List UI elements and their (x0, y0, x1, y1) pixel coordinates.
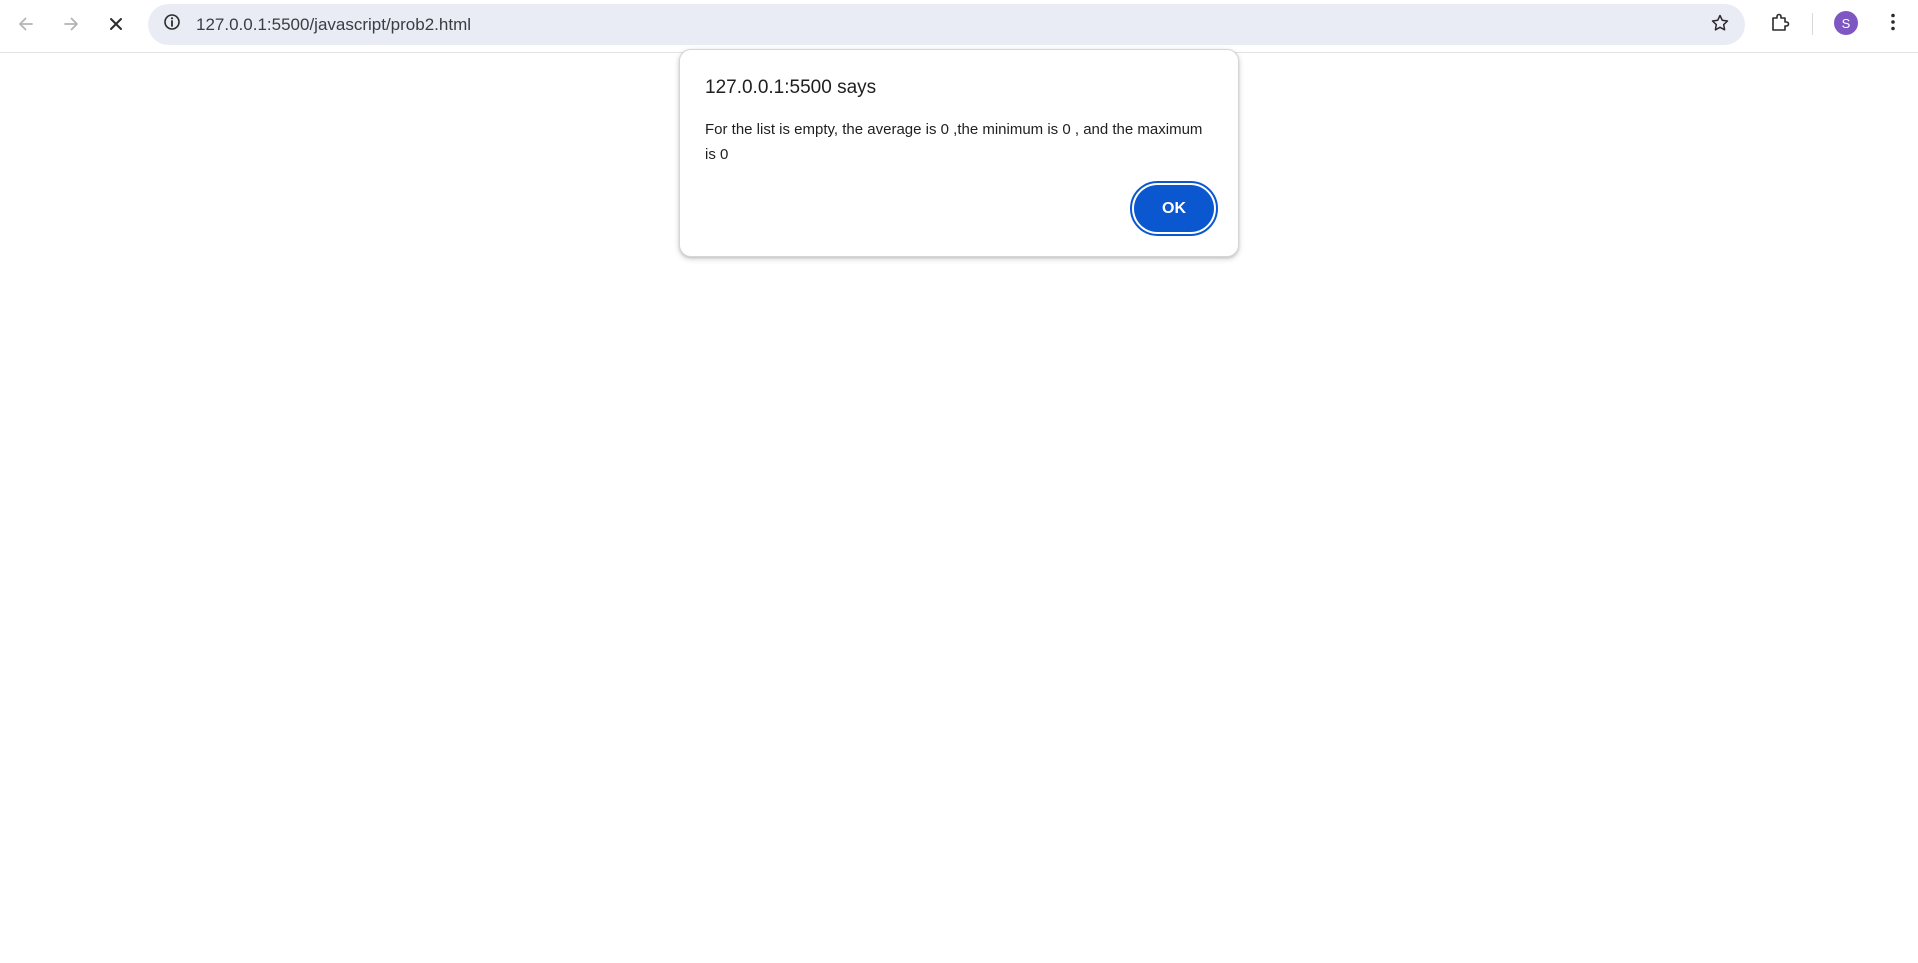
bookmark-button[interactable] (1703, 8, 1737, 42)
close-icon (107, 15, 125, 33)
browser-menu-button[interactable] (1876, 6, 1910, 42)
ok-button-focus-ring: OK (1130, 181, 1218, 236)
address-bar[interactable]: 127.0.0.1:5500/javascript/prob2.html (148, 4, 1745, 45)
alert-dialog: 127.0.0.1:5500 says For the list is empt… (679, 49, 1239, 257)
dialog-title: 127.0.0.1:5500 says (705, 77, 877, 98)
star-icon (1710, 13, 1730, 38)
info-icon (163, 13, 181, 36)
back-button[interactable] (8, 6, 44, 42)
ok-button[interactable]: OK (1134, 185, 1214, 232)
profile-avatar[interactable]: S (1834, 11, 1858, 35)
browser-toolbar: 127.0.0.1:5500/javascript/prob2.html S (0, 0, 1918, 53)
extensions-button[interactable] (1762, 6, 1798, 42)
dialog-message: For the list is empty, the average is 0 … (705, 121, 1203, 163)
site-info-button[interactable] (156, 9, 187, 40)
profile-initial: S (1841, 15, 1851, 31)
toolbar-divider (1812, 13, 1813, 35)
forward-button[interactable] (53, 6, 89, 42)
arrow-left-icon (16, 14, 36, 34)
puzzle-icon (1769, 11, 1791, 38)
more-vert-icon (1890, 12, 1896, 37)
arrow-right-icon (61, 14, 81, 34)
stop-loading-button[interactable] (98, 6, 134, 42)
url-text[interactable]: 127.0.0.1:5500/javascript/prob2.html (196, 4, 471, 45)
